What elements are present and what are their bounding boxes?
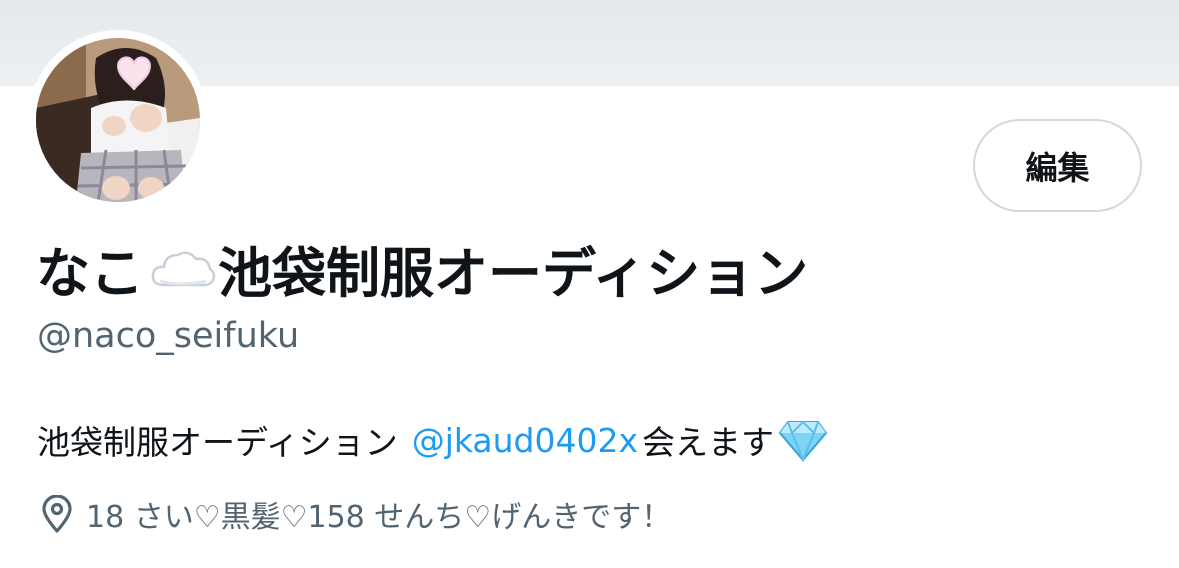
- display-name: なこ 池袋制服オーディション: [36, 230, 808, 306]
- profile-bio: 池袋制服オーディション @jkaud0402x 会えます: [37, 416, 828, 464]
- avatar[interactable]: [36, 38, 200, 202]
- gem-emoji-icon: [778, 418, 828, 463]
- profile-location: 18 さい♡黒髪♡158 せんち♡げんきです！: [40, 494, 672, 535]
- edit-profile-label: 編集: [1025, 148, 1090, 187]
- bio-text-after: 会えます: [642, 423, 774, 462]
- location-text: 18 さい♡黒髪♡158 せんち♡げんきです！: [86, 500, 672, 535]
- bio-text: 池袋制服オーディション: [37, 423, 398, 462]
- profile-photo-icon: [36, 38, 200, 202]
- user-handle: @naco_seifuku: [37, 316, 300, 356]
- display-name-part1: なこ: [36, 241, 144, 305]
- edit-profile-button[interactable]: 編集: [973, 119, 1142, 212]
- cloud-emoji-icon: [150, 245, 216, 291]
- display-name-part2: 池袋制服オーディション: [218, 241, 809, 305]
- profile-page: 編集 なこ 池袋制服オーディション @naco_seifuku 池袋制服オーディ…: [0, 0, 1179, 568]
- bio-mention-link[interactable]: @jkaud0402x: [412, 421, 638, 460]
- map-pin-icon: [40, 494, 74, 533]
